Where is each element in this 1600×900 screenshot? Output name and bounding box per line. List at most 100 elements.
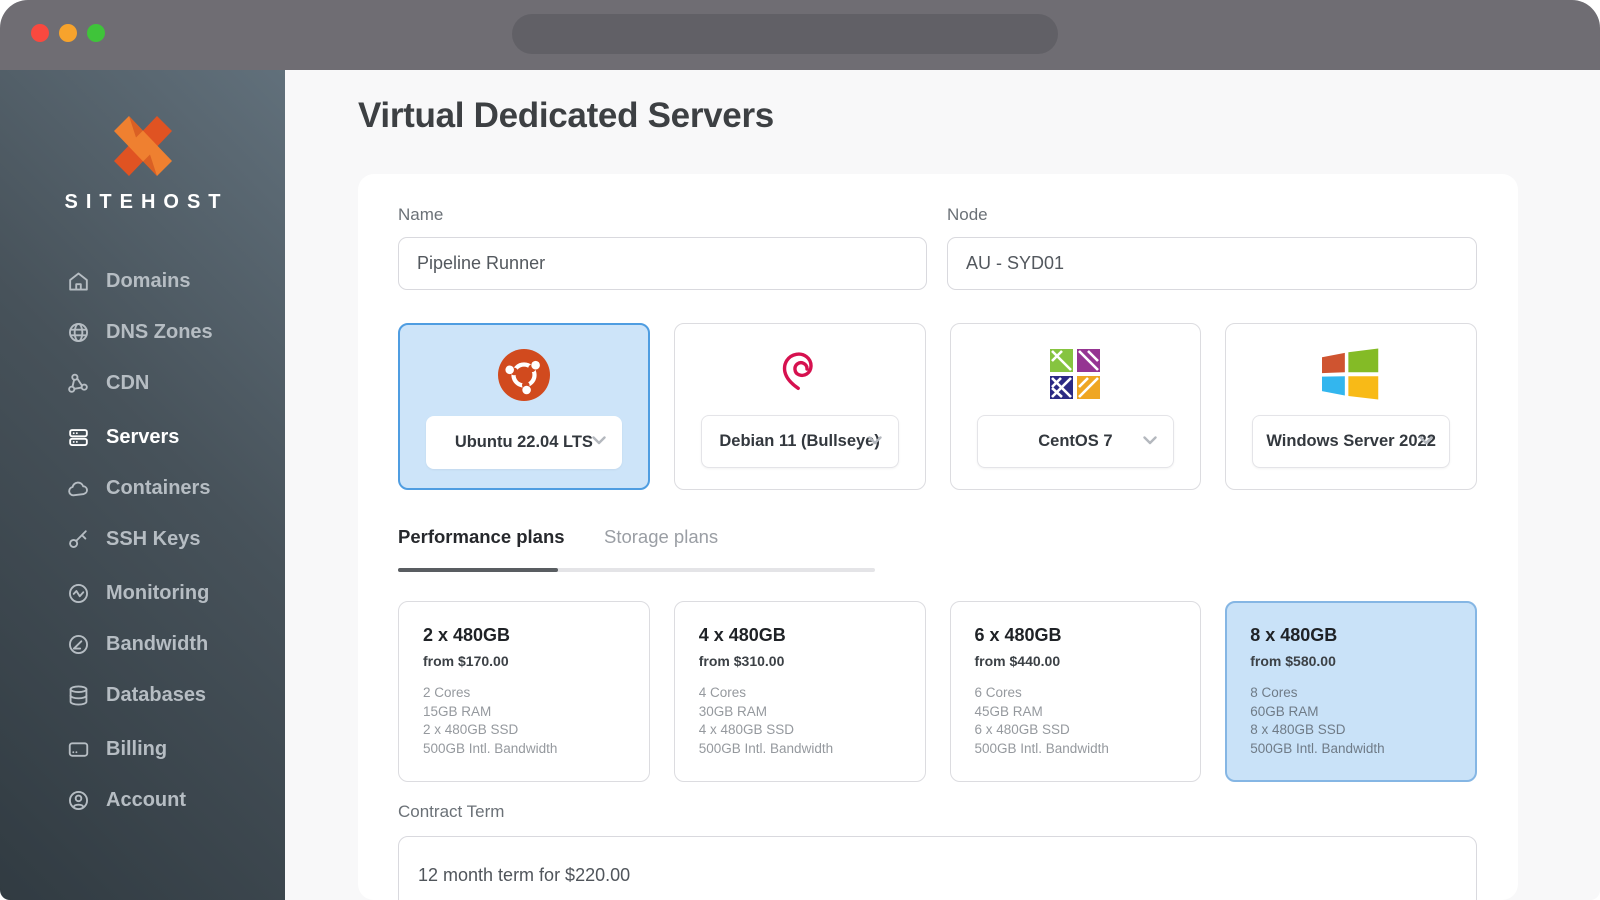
sidebar-item-label: Containers [106, 476, 211, 499]
tab-storage-plans[interactable]: Storage plans [604, 526, 718, 548]
sidebar-item-label: Account [106, 788, 186, 811]
sidebar-item-label: CDN [106, 371, 150, 394]
os-select-value: Debian 11 (Bullseye) [719, 432, 880, 450]
os-card-centos[interactable]: CentOS 7 [949, 323, 1202, 490]
os-card-windows[interactable]: Windows Server 2022 [1225, 323, 1477, 490]
sidebar-item-databases[interactable]: Databases [0, 679, 285, 711]
centos-version-select[interactable]: CentOS 7 [976, 415, 1175, 468]
tab-underline [398, 568, 875, 572]
plan-price: from $580.00 [1250, 653, 1336, 669]
tab-underline-active [398, 568, 558, 572]
sidebar-item-domains[interactable]: Domains [0, 265, 285, 297]
plan-spec: 6 x 480GB SSD [974, 722, 1070, 737]
plan-title: 4 x 480GB [698, 625, 786, 645]
plan-spec: 30GB RAM [698, 703, 768, 719]
sidebar-item-label: Bandwidth [106, 632, 209, 655]
minimize-window-button[interactable] [59, 24, 77, 42]
sidebar-item-label: SSH Keys [106, 527, 201, 550]
ubuntu-logo-icon [497, 349, 550, 401]
sidebar-item-ssh-keys[interactable]: SSH Keys [0, 523, 285, 555]
sidebar: SITEHOST Domains DNS Zones CDN Servers C… [0, 70, 285, 900]
sidebar-item-label: Databases [106, 683, 207, 706]
node-input[interactable] [947, 237, 1477, 290]
sidebar-item-dns-zones[interactable]: DNS Zones [0, 316, 285, 348]
chevron-down-icon [867, 436, 882, 445]
plan-specs: 4 Cores 30GB RAM 4 x 480GB SSD 500GB Int… [699, 684, 901, 758]
windows-logo-icon [1322, 348, 1379, 400]
contract-term-select[interactable]: 12 month term for $220.00 [398, 836, 1477, 900]
sidebar-item-bandwidth[interactable]: Bandwidth [0, 628, 285, 660]
os-card-ubuntu[interactable]: Ubuntu 22.04 LTS [398, 323, 650, 490]
os-select-value: CentOS 7 [1038, 432, 1113, 450]
plan-spec: 60GB RAM [1250, 703, 1319, 719]
browser-window: SITEHOST Domains DNS Zones CDN Servers C… [0, 0, 1600, 900]
contract-term-label: Contract Term [398, 802, 505, 821]
home-icon [69, 272, 88, 290]
windows-version-select[interactable]: Windows Server 2022 [1252, 415, 1450, 468]
plan-card-6x480[interactable]: 6 x 480GB from $440.00 6 Cores 45GB RAM … [949, 601, 1202, 782]
plan-price: from $310.00 [698, 653, 785, 669]
sidebar-item-label: Monitoring [106, 581, 210, 604]
sidebar-nav: Domains DNS Zones CDN Servers Containers… [0, 265, 285, 835]
centos-logo-icon [1050, 349, 1101, 399]
close-window-button[interactable] [31, 24, 49, 42]
contract-term-value: 12 month term for $220.00 [418, 864, 631, 885]
plan-spec: 8 Cores [1250, 685, 1298, 700]
server-icon [69, 428, 88, 446]
main-content: Virtual Dedicated Servers Name Node [285, 70, 1600, 900]
chevron-down-icon [1419, 436, 1433, 445]
plan-spec: 500GB Intl. Bandwidth [423, 740, 558, 756]
cloud-icon [68, 481, 88, 496]
plan-price: from $440.00 [974, 653, 1061, 669]
plan-specs: 8 Cores 60GB RAM 8 x 480GB SSD 500GB Int… [1250, 684, 1452, 758]
chevron-down-icon [592, 436, 606, 445]
brand: SITEHOST [0, 115, 285, 214]
server-name-input[interactable] [398, 237, 927, 290]
sidebar-item-account[interactable]: Account [0, 784, 285, 816]
plan-spec: 500GB Intl. Bandwidth [974, 740, 1109, 756]
zoom-window-button[interactable] [87, 24, 105, 42]
person-icon [69, 790, 88, 810]
plan-spec: 2 Cores [423, 685, 471, 700]
plan-card-8x480[interactable]: 8 x 480GB from $580.00 8 Cores 60GB RAM … [1225, 601, 1477, 782]
chevron-down-icon [1143, 436, 1157, 445]
plan-title: 6 x 480GB [974, 625, 1062, 645]
plan-spec: 6 Cores [974, 685, 1022, 700]
plan-spec: 4 x 480GB SSD [698, 722, 795, 737]
plan-card-4x480[interactable]: 4 x 480GB from $310.00 4 Cores 30GB RAM … [673, 601, 926, 782]
create-server-form-card: Name Node [358, 174, 1518, 900]
sidebar-item-label: Billing [106, 737, 168, 760]
address-bar[interactable] [512, 14, 1058, 54]
os-card-debian[interactable]: Debian 11 (Bullseye) [673, 323, 926, 490]
plan-spec: 45GB RAM [974, 703, 1043, 719]
sidebar-item-billing[interactable]: Billing [0, 733, 285, 765]
plan-specs: 6 Cores 45GB RAM 6 x 480GB SSD 500GB Int… [975, 684, 1177, 758]
brand-name: SITEHOST [64, 191, 229, 213]
plan-card-2x480[interactable]: 2 x 480GB from $170.00 2 Cores 15GB RAM … [398, 601, 650, 782]
sidebar-item-servers[interactable]: Servers [0, 421, 285, 453]
sidebar-item-monitoring[interactable]: Monitoring [0, 577, 285, 609]
credit-card-icon [68, 741, 89, 757]
plan-spec: 2 x 480GB SSD [423, 722, 519, 737]
plan-title: 2 x 480GB [423, 625, 511, 645]
monitor-pulse-icon [69, 583, 88, 603]
os-select-value: Ubuntu 22.04 LTS [454, 433, 593, 451]
browser-titlebar [0, 0, 1600, 70]
plan-spec: 8 x 480GB SSD [1250, 722, 1346, 737]
sidebar-item-containers[interactable]: Containers [0, 472, 285, 504]
node-label: Node [947, 205, 988, 224]
globe-icon [69, 322, 88, 342]
tab-performance-plans[interactable]: Performance plans [398, 526, 565, 548]
gauge-icon [69, 634, 88, 654]
debian-version-select[interactable]: Debian 11 (Bullseye) [700, 415, 899, 468]
sidebar-item-cdn[interactable]: CDN [0, 367, 285, 399]
ubuntu-version-select[interactable]: Ubuntu 22.04 LTS [426, 416, 622, 469]
plan-spec: 500GB Intl. Bandwidth [698, 740, 834, 756]
plan-spec: 4 Cores [698, 685, 747, 700]
key-icon [69, 529, 87, 548]
sidebar-item-label: Servers [106, 425, 180, 448]
debian-logo-icon [782, 352, 813, 390]
os-select-value: Windows Server 2022 [1266, 432, 1436, 450]
plan-specs: 2 Cores 15GB RAM 2 x 480GB SSD 500GB Int… [423, 684, 625, 758]
plan-card-grid: 2 x 480GB from $170.00 2 Cores 15GB RAM … [398, 601, 1477, 782]
